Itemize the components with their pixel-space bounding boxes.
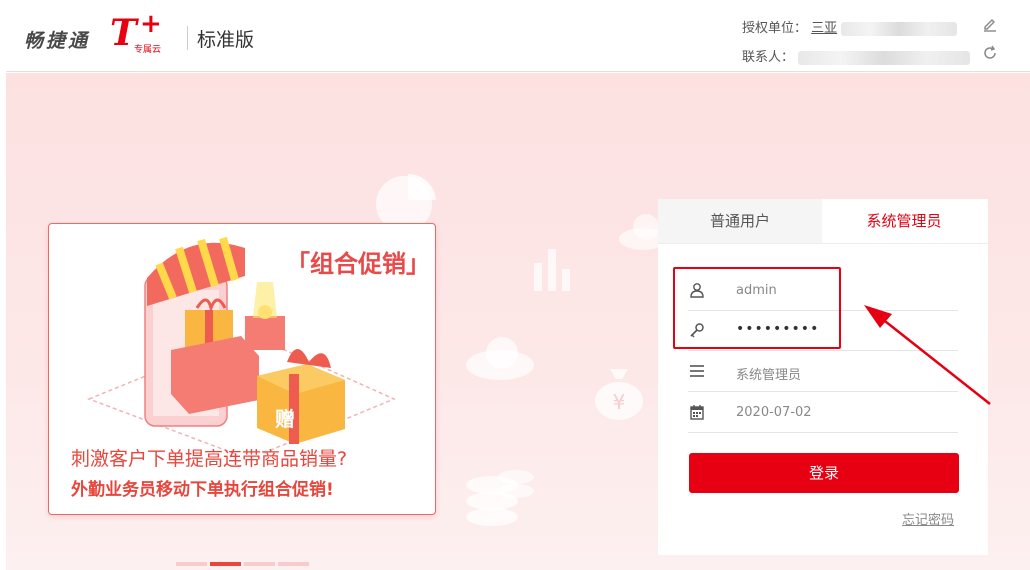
contact-label: 联系人： <box>742 50 795 65</box>
carousel-indicators <box>176 551 312 570</box>
highlight-box <box>673 267 841 349</box>
top-header: 畅捷通 T + 专属云 标准版 授权单位： 三亚 联系人： <box>6 8 1030 72</box>
edit-icon[interactable] <box>982 16 998 32</box>
promo-headline: 刺激客户下单提高连带商品销量? <box>71 448 348 470</box>
logo-text: 畅捷通 <box>24 30 91 52</box>
auth-unit-row: 授权单位： 三亚 <box>742 17 958 36</box>
login-button[interactable]: 登录 <box>689 453 959 493</box>
login-tabs: 普通用户 系统管理员 <box>658 199 988 244</box>
blurred-text <box>841 21 958 36</box>
logo-mark: T <box>110 12 137 54</box>
blurred-text <box>798 50 971 65</box>
logo-plus: + <box>140 9 162 39</box>
contact-row: 联系人： <box>742 46 971 65</box>
list-icon <box>688 363 706 381</box>
cloud-icon <box>466 337 534 380</box>
tab-system-admin[interactable]: 系统管理员 <box>822 199 986 243</box>
main-background: ¥ 赠 「组合促销」 刺激客户下单提高连带商品销量? 外勤业务员移动下单执行组合… <box>6 73 1030 570</box>
promo-subheadline: 外勤业务员移动下单执行组合促销! <box>71 480 334 500</box>
refresh-icon[interactable] <box>982 45 998 61</box>
edition-label: 标准版 <box>197 29 255 51</box>
carousel-dot[interactable] <box>278 562 309 566</box>
carousel-dot[interactable] <box>244 562 275 566</box>
coins-stack-icon <box>466 470 534 526</box>
login-panel: 普通用户 系统管理员 admin ••••••••• 系统管理员 2020-07… <box>658 199 988 555</box>
bar-chart-icon <box>534 249 570 291</box>
role-field[interactable]: 系统管理员 <box>688 352 958 392</box>
gift-char: 赠 <box>275 407 295 431</box>
logo-divider <box>187 26 188 50</box>
date-input[interactable]: 2020-07-02 <box>736 405 812 420</box>
calendar-icon <box>688 404 706 422</box>
date-field[interactable]: 2020-07-02 <box>688 393 958 433</box>
carousel-dot[interactable] <box>176 562 207 566</box>
tab-normal-user[interactable]: 普通用户 <box>658 199 822 243</box>
promo-title: 「组合促销」 <box>286 250 430 278</box>
forgot-password-link[interactable]: 忘记密码 <box>902 509 954 528</box>
carousel-dot-active[interactable] <box>210 562 241 566</box>
promo-banner[interactable]: 赠 「组合促销」 刺激客户下单提高连带商品销量? 外勤业务员移动下单执行组合促销… <box>48 223 436 515</box>
auth-unit-value: 三亚 <box>811 21 838 36</box>
money-bag-icon: ¥ <box>595 369 643 420</box>
role-input[interactable]: 系统管理员 <box>736 364 801 383</box>
logo-subtitle: 专属云 <box>134 45 162 55</box>
svg-text:¥: ¥ <box>613 390 626 414</box>
auth-unit-label: 授权单位： <box>742 21 808 36</box>
